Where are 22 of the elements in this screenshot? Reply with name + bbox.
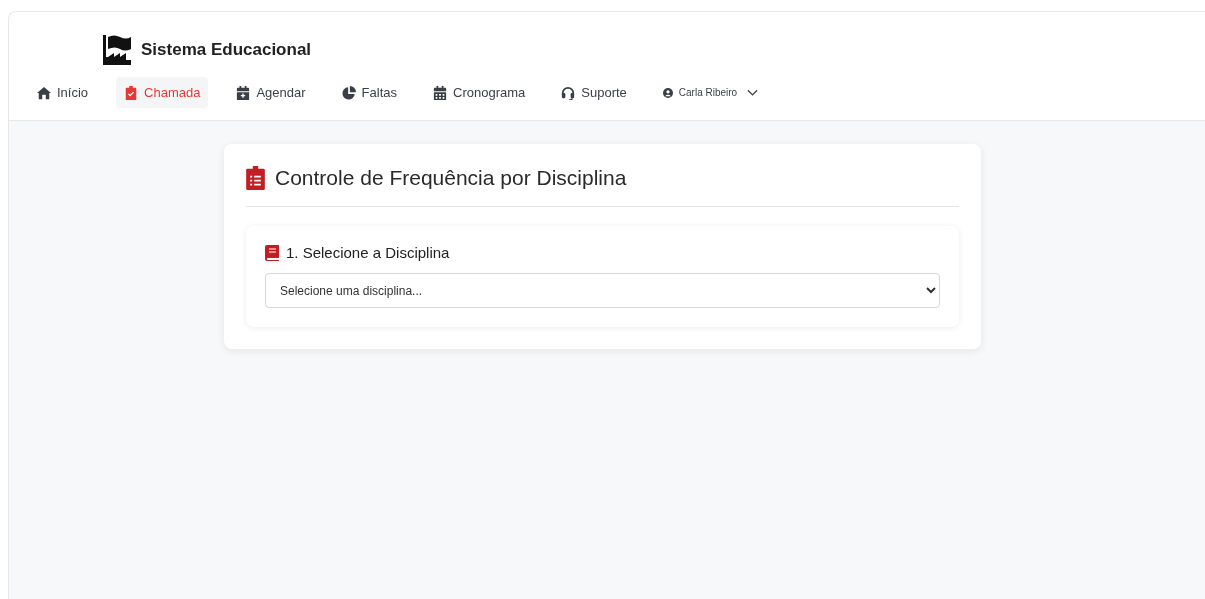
app-title: Sistema Educacional: [141, 40, 312, 60]
nav-tab[interactable]: Início: [29, 77, 97, 108]
clipboard-list-icon: [246, 166, 265, 190]
discipline-select[interactable]: Selecione uma disciplina...: [265, 273, 940, 308]
section-title: 1. Selecione a Disciplina: [286, 244, 450, 261]
chevron-down-icon: [747, 88, 759, 97]
nav-tab[interactable]: Agendar: [228, 77, 314, 108]
nav-tab[interactable]: Suporte: [553, 77, 635, 108]
calendar-plus-icon: [236, 85, 251, 100]
calendar-icon: [433, 85, 447, 100]
clipboard-check-icon: [124, 85, 139, 100]
user-menu[interactable]: Carla Ribeiro: [662, 87, 759, 98]
home-icon: [37, 85, 51, 100]
page-title: Controle de Frequência por Disciplina: [275, 166, 627, 190]
headset-icon: [561, 85, 576, 100]
nav-tab[interactable]: Cronograma: [425, 77, 534, 108]
nav-tab[interactable]: Chamada: [116, 77, 209, 108]
pie-chart-icon: [341, 85, 356, 100]
nav-tab[interactable]: Faltas: [333, 77, 405, 108]
logo-drawing: [100, 34, 132, 66]
user-icon: [662, 87, 673, 98]
book-icon: [265, 244, 279, 261]
